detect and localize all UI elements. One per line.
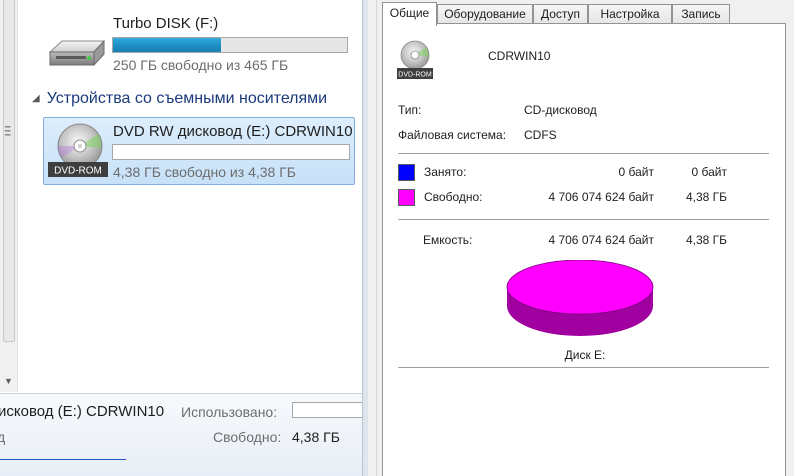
capacity-bytes: 4 706 074 624 байт [548, 233, 654, 247]
dvd-rom-badge-text: DVD-ROM [398, 72, 432, 79]
disk-label: Диск E: [564, 348, 606, 362]
scrollbar-grip-icon: ━ ━ ━ [5, 122, 11, 140]
dvd-rom-badge-text: DVD-ROM [54, 166, 102, 177]
details-pane: исковод (E:) CDRWIN10 Использовано: д Св… [0, 393, 372, 476]
type-label: Тип: [398, 103, 422, 117]
tab-record[interactable]: Запись [672, 4, 730, 25]
pie-free-slice [506, 260, 654, 315]
tab-hardware[interactable]: Оборудование [437, 4, 533, 25]
drive-e-item[interactable]: DVD-ROM DVD RW дисковод (E:) CDRWIN10 4,… [43, 117, 355, 185]
explorer-pane: ━ ━ ━ ▼ Turbo DISK (F:) 250 ГБ свободно из… [0, 0, 372, 476]
used-size: 0 байт [691, 165, 727, 179]
capacity-size: 4,38 ГБ [685, 233, 727, 247]
capacity-label: Емкость: [423, 233, 473, 247]
drive-f-usage-fill [113, 38, 221, 52]
free-label: Свободно: [424, 190, 483, 204]
free-color-swatch [398, 189, 415, 206]
separator [398, 367, 769, 368]
drive-e-free-text: 4,38 ГБ свободно из 4,38 ГБ [113, 164, 296, 180]
properties-dialog: Общие Оборудование Доступ Настройка Запи… [368, 0, 794, 476]
details-used-bar [292, 402, 372, 418]
filesystem-value: CDFS [524, 128, 557, 142]
drive-f-name: Turbo DISK (F:) [113, 15, 219, 32]
drive-e-name: DVD RW дисковод (E:) CDRWIN10 [113, 123, 353, 140]
separator [398, 219, 769, 220]
hard-drive-icon [48, 39, 106, 67]
details-drive-type: д [0, 429, 6, 445]
used-bytes: 0 байт [618, 165, 654, 179]
tab-access[interactable]: Доступ [533, 4, 588, 25]
section-removable-title: Устройства со съемными носителями [46, 90, 328, 107]
vertical-scrollbar[interactable]: ━ ━ ━ ▼ [0, 0, 18, 392]
details-link[interactable] [0, 454, 126, 460]
general-tab-panel: DVD-ROM CDRWIN10 Тип: CD-дисковод Файлов… [382, 23, 786, 476]
used-color-swatch [398, 164, 415, 181]
scroll-down-arrow-icon[interactable]: ▼ [4, 376, 13, 386]
details-free-label: Свободно: [213, 429, 282, 445]
collapse-triangle-icon[interactable]: ◢ [32, 93, 40, 104]
free-bytes: 4 706 074 624 байт [548, 190, 654, 204]
volume-name[interactable]: CDRWIN10 [488, 49, 550, 63]
window-edge [788, 0, 794, 476]
usage-pie-chart [506, 260, 654, 336]
dvd-rom-icon: DVD-ROM [48, 123, 108, 177]
free-size: 4,38 ГБ [685, 190, 727, 204]
separator [398, 153, 769, 154]
dvd-rom-icon: DVD-ROM [397, 40, 433, 79]
details-drive-name: исковод (E:) CDRWIN10 [0, 403, 165, 420]
tab-settings[interactable]: Настройка [588, 4, 672, 25]
details-free-value: 4,38 ГБ [292, 429, 340, 445]
filesystem-label: Файловая система: [398, 128, 507, 142]
tab-general[interactable]: Общие [382, 2, 437, 26]
dialog-frame [376, 0, 377, 476]
used-label: Занято: [424, 165, 467, 179]
drive-e-usage-bar [112, 144, 350, 160]
type-value: CD-дисковод [524, 103, 597, 117]
drive-f-usage-bar [112, 37, 348, 53]
drive-f-item[interactable]: Turbo DISK (F:) 250 ГБ свободно из 465 Г… [44, 12, 354, 78]
section-removable-devices[interactable]: ◢ Устройства со съемными носителями [32, 90, 327, 108]
scrollbar-thumb[interactable] [3, 0, 15, 342]
details-used-label: Использовано: [181, 404, 278, 420]
drive-f-free-text: 250 ГБ свободно из 465 ГБ [113, 57, 289, 73]
